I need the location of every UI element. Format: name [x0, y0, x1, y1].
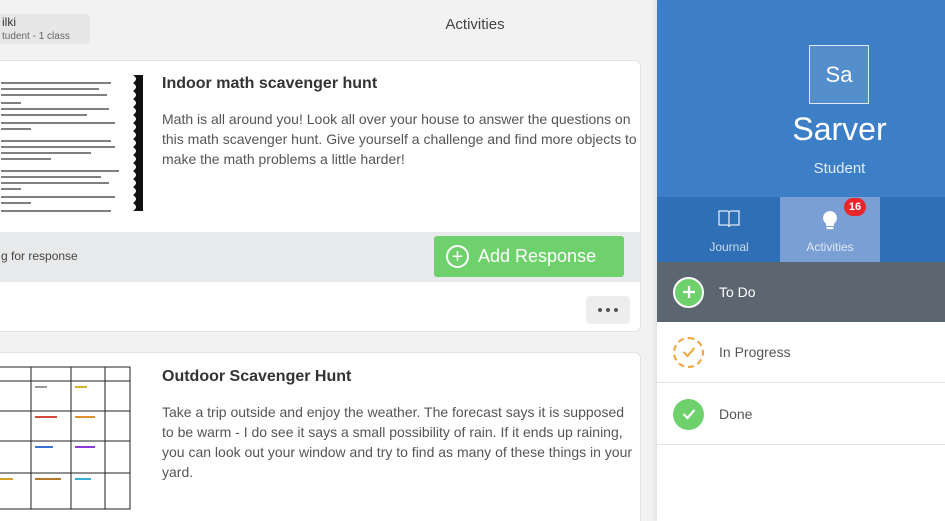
scavenger-grid-image[interactable]: [0, 365, 143, 515]
status-done[interactable]: Done: [657, 384, 945, 445]
response-status: g for response: [1, 249, 78, 263]
activity-card: Outdoor Scavenger Hunt Take a trip outsi…: [0, 352, 641, 521]
tab-journal[interactable]: Journal: [679, 197, 779, 262]
book-icon: [718, 209, 740, 232]
tab-label: Journal: [709, 240, 749, 254]
activity-title[interactable]: Indoor math scavenger hunt: [162, 75, 377, 93]
status-todo[interactable]: To Do: [657, 262, 945, 322]
class-switcher[interactable]: ilki tudent - 1 class: [0, 14, 90, 44]
student-panel: Sa Sarver Student Journal Activities 16 …: [657, 0, 945, 521]
activity-description: Take a trip outside and enjoy the weathe…: [162, 404, 633, 480]
profile-header: Sa Sarver Student: [657, 0, 945, 197]
math-worksheet-image[interactable]: [0, 71, 143, 219]
tab-partial[interactable]: [881, 197, 945, 262]
plus-circle-icon: [673, 276, 704, 308]
status-label: In Progress: [719, 344, 791, 360]
student-name: Sarver: [792, 111, 887, 147]
status-label: Done: [719, 406, 753, 422]
check-circle-icon: [673, 398, 704, 430]
activity-card: Indoor math scavenger hunt Math is all a…: [0, 60, 641, 332]
response-bar: g for response + Add Response: [0, 232, 640, 282]
progress-check-icon: [673, 336, 704, 368]
plus-circle-icon: +: [446, 245, 469, 268]
avatar: Sa: [809, 45, 869, 104]
user-name: ilki: [2, 15, 16, 29]
add-response-label: Add Response: [478, 246, 597, 266]
dot-icon: [598, 308, 602, 312]
student-role: Student: [813, 160, 866, 177]
more-options-button[interactable]: [586, 296, 630, 324]
notification-badge: 16: [844, 198, 866, 216]
tab-bar: Journal Activities: [657, 197, 945, 262]
dot-icon: [606, 308, 610, 312]
status-label: To Do: [719, 284, 756, 300]
add-response-button[interactable]: + Add Response: [434, 236, 624, 277]
lightbulb-icon: [820, 209, 840, 234]
page-title: Activities: [445, 16, 505, 33]
status-in-progress[interactable]: In Progress: [657, 322, 945, 383]
tab-label: Activities: [806, 240, 854, 254]
activity-title[interactable]: Outdoor Scavenger Hunt: [162, 368, 351, 386]
activity-description: Math is all around you! Look all over yo…: [162, 111, 637, 167]
user-subtitle: tudent - 1 class: [2, 31, 70, 42]
dot-icon: [614, 308, 618, 312]
